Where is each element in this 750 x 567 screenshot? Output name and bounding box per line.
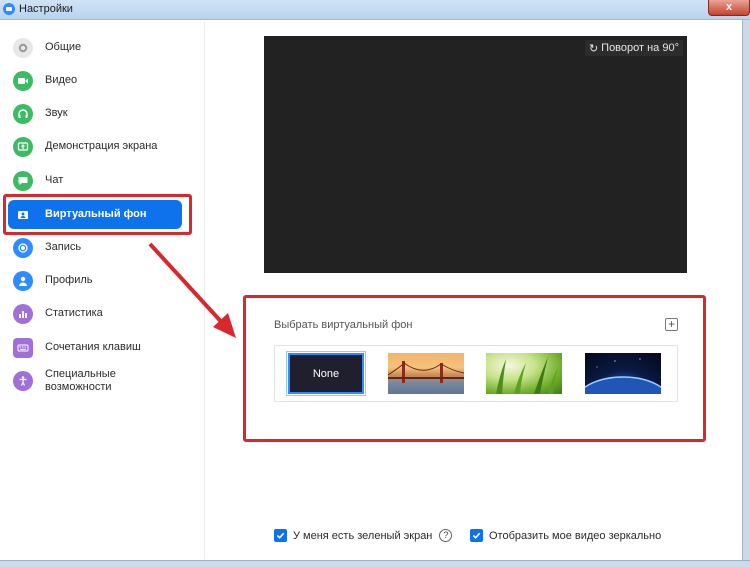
sidebar-item-accessibility[interactable]: Специальные возможности [8, 364, 182, 398]
sidebar-item-label: Звук [45, 107, 68, 119]
sidebar-item-profile[interactable]: Профиль [8, 266, 182, 295]
window-right-border [742, 20, 750, 560]
sidebar-item-label: Чат [45, 174, 64, 186]
window-bottom-border [0, 560, 750, 567]
sidebar-item-label: Общие [45, 41, 82, 53]
background-golden-gate-bridge[interactable] [388, 353, 464, 394]
close-button[interactable]: x [708, 0, 750, 16]
record-icon [13, 237, 33, 258]
sidebar-item-label: Демонстрация экрана [45, 140, 158, 152]
sidebar-item-statistics[interactable]: Статистика [8, 299, 182, 328]
sidebar-item-video[interactable]: Видео [8, 66, 182, 95]
background-list: None [274, 345, 678, 402]
statistics-icon [13, 303, 33, 324]
background-earth-from-space[interactable] [585, 353, 661, 394]
background-section-title: Выбрать виртуальный фон [274, 319, 413, 331]
green-screen-label: У меня есть зеленый экран [293, 529, 433, 542]
gear-icon [13, 37, 33, 58]
headphones-icon [13, 103, 33, 124]
profile-icon [13, 270, 33, 291]
zoom-app-icon [3, 3, 15, 15]
sidebar-item-audio[interactable]: Звук [8, 99, 182, 128]
highlight-annotation-sidebar [3, 194, 192, 235]
green-screen-option: У меня есть зеленый экран ? [274, 529, 453, 542]
mirror-video-checkbox[interactable] [470, 529, 483, 542]
rotate-icon: ↻ [588, 42, 599, 55]
accessibility-icon [13, 371, 33, 391]
sidebar-item-general[interactable]: Общие [8, 33, 182, 62]
chat-icon [13, 170, 33, 191]
grass-image [496, 357, 558, 394]
background-grass[interactable] [486, 353, 562, 394]
earth-image [585, 358, 661, 394]
sidebar-item-label: Сочетания клавиш [45, 341, 141, 353]
help-icon[interactable]: ? [439, 529, 453, 542]
share-screen-icon [13, 136, 33, 157]
title-bar: Настройки x [0, 0, 750, 20]
sidebar-item-recording[interactable]: Запись [8, 233, 182, 262]
mirror-video-option: Отобразить мое видео зеркально [470, 529, 661, 542]
sidebar-item-label: Статистика [45, 307, 103, 319]
add-background-button[interactable]: + [665, 318, 678, 331]
video-icon [13, 70, 33, 91]
window-title: Настройки [19, 3, 73, 15]
sidebar-item-chat[interactable]: Чат [8, 166, 182, 195]
sidebar-item-label: Видео [45, 74, 78, 86]
sidebar-item-keyboard-shortcuts[interactable]: Сочетания клавиш [8, 333, 182, 362]
bridge-image [388, 361, 464, 383]
sidebar-item-share-screen[interactable]: Демонстрация экрана [8, 132, 182, 161]
rotate-button[interactable]: ↻ Поворот на 90° [584, 40, 683, 56]
sidebar-item-label: Профиль [45, 274, 93, 286]
video-preview: ↻ Поворот на 90° [264, 36, 687, 273]
settings-sidebar: Общие Видео Звук Демонстрация экрана Чат… [0, 21, 205, 560]
background-none[interactable]: None [286, 351, 366, 396]
sidebar-item-label: Специальные возможности [45, 368, 116, 393]
rotate-label: Поворот на 90° [601, 42, 679, 54]
keyboard-icon [13, 337, 33, 358]
mirror-video-label: Отобразить мое видео зеркально [489, 529, 662, 542]
sidebar-item-label: Запись [45, 241, 82, 253]
green-screen-checkbox[interactable] [274, 529, 287, 542]
